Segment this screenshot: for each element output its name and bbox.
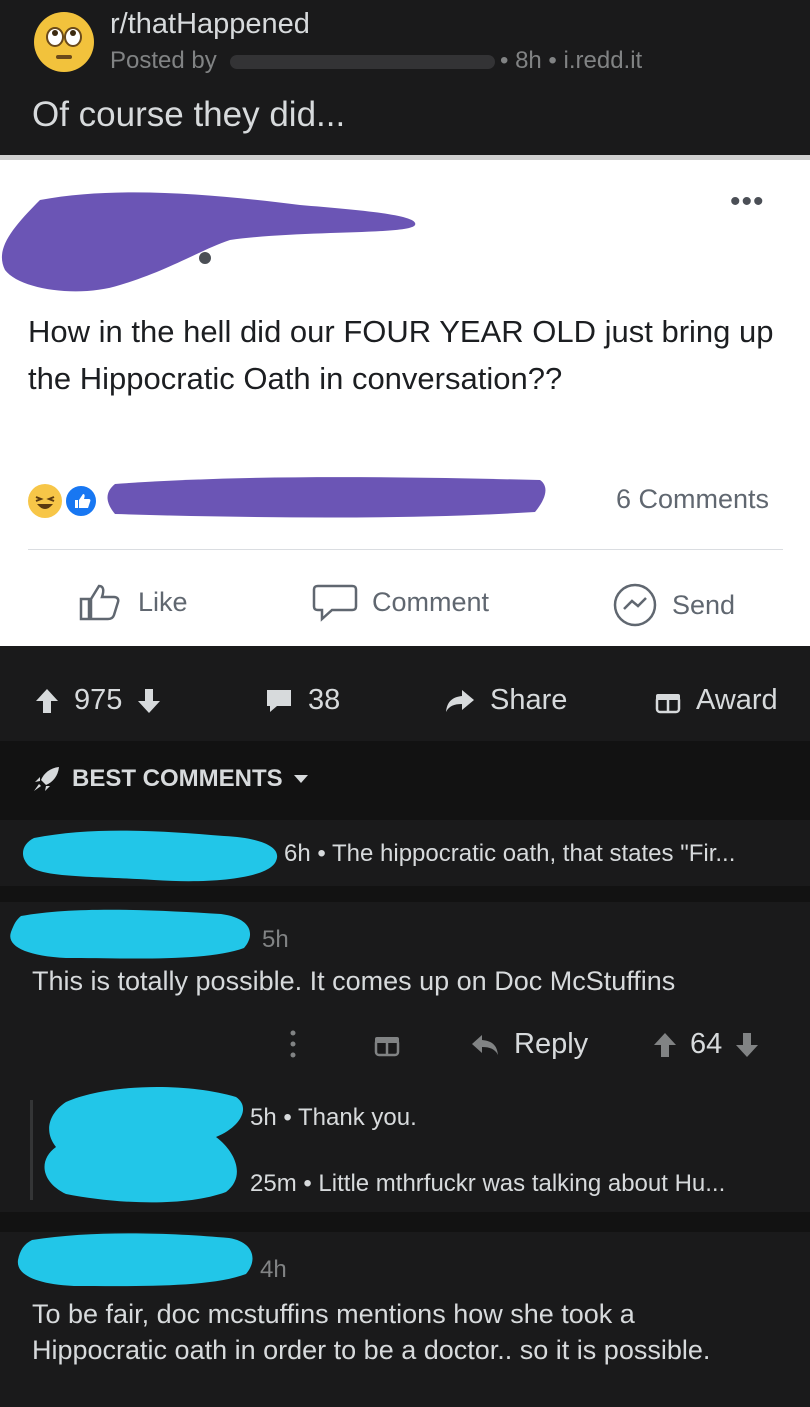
comments-button[interactable]: 38 [264,684,340,717]
fb-send-button[interactable]: Send [612,582,735,628]
reply-button[interactable]: Reply [470,1028,588,1061]
posted-by-label: Posted by [110,47,217,74]
redacted-username-scribble [22,830,278,882]
post-title: Of course they did... [32,95,346,134]
fb-comments-count[interactable]: 6 Comments [616,484,769,515]
sort-selector[interactable]: BEST COMMENTS [32,765,309,793]
share-button[interactable]: Share [444,684,567,717]
fb-divider [28,549,783,550]
subreddit-name[interactable]: r/thatHappened [110,8,310,41]
comment-text: This is totally possible. It comes up on… [32,966,676,996]
comment-meta: 6h • The hippocratic oath, that states "… [284,840,736,867]
comment-vote-count: 64 [690,1028,723,1060]
downvote-icon[interactable] [136,687,162,715]
chevron-down-icon [293,775,308,783]
vote-count: 975 [74,684,123,716]
redacted-reactors-scribble [107,477,546,518]
comment-bubble-icon [312,584,358,622]
fb-post-text: How in the hell did our FOUR YEAR OLD ju… [28,314,774,396]
reply-label: Reply [514,1028,589,1060]
subreddit-icon[interactable] [34,12,94,72]
fb-send-label: Send [672,589,736,620]
reply-arrow-icon [472,1034,498,1055]
upvote-icon[interactable] [652,1031,678,1059]
comments-count: 38 [308,684,341,716]
redacted-username-scribble [17,1233,253,1287]
redacted-username [230,55,495,69]
comment-award-icon[interactable] [373,1030,401,1063]
comment-text: To be fair, doc mcstuffins mentions how … [32,1299,711,1365]
comment-time: 5h [262,926,289,953]
award-button[interactable]: Award [654,684,778,717]
downvote-icon[interactable] [734,1031,760,1059]
share-icon [446,689,474,712]
rocket-icon [34,767,59,791]
haha-reaction-icon [28,484,62,518]
more-options-icon[interactable]: ••• [730,185,765,219]
gift-icon [655,693,681,713]
comment-time: 4h [260,1256,287,1283]
redacted-author-scribble [1,192,416,292]
fb-comment-button[interactable]: Comment [312,582,489,622]
fb-like-label: Like [138,586,188,617]
thumbs-up-icon [79,584,120,621]
comment-vote-controls: 64 [652,1028,760,1061]
upvote-icon[interactable] [34,687,60,715]
fb-like-button[interactable]: Like [78,582,188,622]
comment-more-icon[interactable] [289,1028,297,1065]
reply-meta-2: 25m • Little mthrfuckr was talking about… [250,1170,726,1197]
reply-meta-1: 5h • Thank you. [250,1104,417,1131]
redacted-replies-scribble [44,1086,244,1203]
vote-controls: 975 [34,684,162,717]
messenger-icon [613,583,657,627]
sort-label: BEST COMMENTS [72,765,283,792]
thread-line[interactable] [30,1100,33,1200]
fb-comment-label: Comment [372,586,490,617]
like-reaction-icon [64,484,98,518]
share-label: Share [490,684,568,716]
comment-icon [267,689,291,712]
award-label: Award [696,684,778,716]
redacted-username-scribble [10,909,251,959]
post-meta: • 8h • i.redd.it [500,47,643,74]
